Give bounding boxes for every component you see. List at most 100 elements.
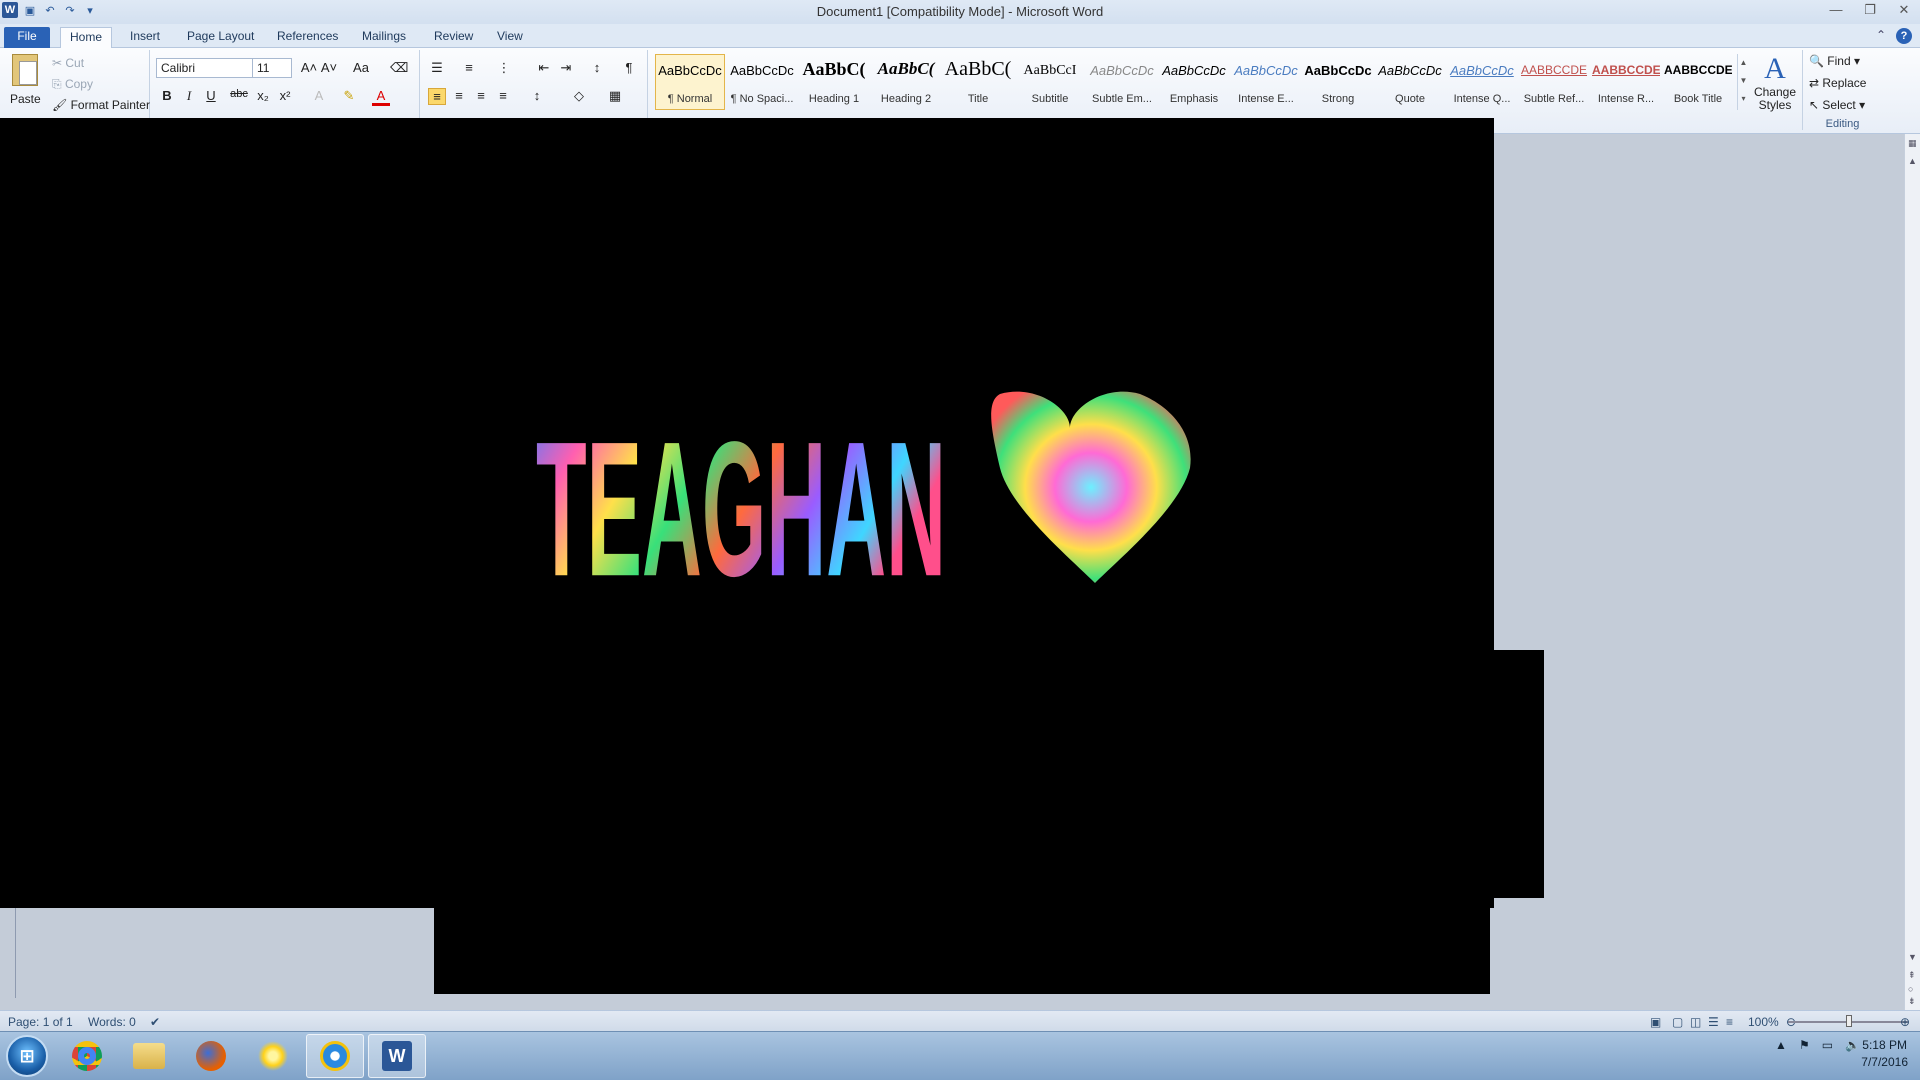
numbering-icon[interactable]: ≡	[460, 60, 478, 75]
page-count[interactable]: Page: 1 of 1	[8, 1015, 73, 1029]
justify-icon[interactable]: ≡	[494, 88, 512, 103]
style-subtitle[interactable]: AaBbCcI Subtitle	[1015, 54, 1085, 110]
style-heading-2[interactable]: AaBbC( Heading 2	[871, 54, 941, 110]
zoom-level[interactable]: 100%	[1748, 1015, 1779, 1029]
highlight-icon[interactable]: ✎	[340, 88, 358, 104]
tab-references[interactable]: References	[268, 27, 347, 48]
volume-icon[interactable]: 🔈	[1845, 1038, 1860, 1052]
scroll-up-icon[interactable]: ▲	[1908, 156, 1917, 166]
view-web-layout-icon[interactable]: ◫	[1690, 1015, 1701, 1029]
style-emphasis[interactable]: AaBbCcDc Emphasis	[1159, 54, 1229, 110]
style-intense-emphasis[interactable]: AaBbCcDc Intense E...	[1231, 54, 1301, 110]
sort-icon[interactable]: ↕	[588, 60, 606, 75]
firefox-icon[interactable]	[182, 1034, 240, 1078]
increase-indent-icon[interactable]: ⇥	[557, 60, 575, 76]
style-no-spacing[interactable]: AaBbCcDc ¶ No Spaci...	[727, 54, 797, 110]
wordart-graphic[interactable]: TEAGHAN	[530, 388, 1210, 588]
text-effects-icon[interactable]: A	[310, 88, 328, 103]
zoom-in-icon[interactable]: ⊕	[1900, 1015, 1910, 1029]
tab-file[interactable]: File	[4, 27, 50, 48]
align-right-icon[interactable]: ≡	[472, 88, 490, 103]
ie-icon[interactable]	[306, 1034, 364, 1078]
style-subtle-emphasis[interactable]: AaBbCcDc Subtle Em...	[1087, 54, 1157, 110]
format-painter-button[interactable]: 🖌 Format Painter	[52, 98, 150, 112]
flag-icon[interactable]: ⚑	[1799, 1038, 1810, 1052]
borders-icon[interactable]: ▦	[606, 88, 624, 104]
help-icon[interactable]: ?	[1896, 28, 1912, 44]
select-button[interactable]: ↖ Select ▾	[1809, 98, 1865, 112]
cut-button[interactable]: ✂ Cut	[52, 56, 84, 70]
style-intense-reference[interactable]: AABBCCDE Intense R...	[1591, 54, 1661, 110]
tab-mailings[interactable]: Mailings	[353, 27, 415, 48]
zoom-slider-thumb[interactable]	[1846, 1015, 1852, 1027]
underline-icon[interactable]: U	[202, 88, 220, 103]
start-button[interactable]: ⊞	[6, 1035, 48, 1077]
clock[interactable]: 5:18 PM 7/7/2016	[1861, 1037, 1908, 1071]
style-quote[interactable]: AaBbCcDc Quote	[1375, 54, 1445, 110]
tab-home[interactable]: Home	[60, 27, 113, 48]
line-spacing-icon[interactable]: ↕	[528, 88, 546, 103]
style-title[interactable]: AaBbC( Title	[943, 54, 1013, 110]
subscript-icon[interactable]: x₂	[254, 88, 272, 103]
multilevel-list-icon[interactable]: ⋮	[495, 60, 513, 76]
prev-page-icon[interactable]: ⇞	[1908, 970, 1916, 981]
font-color-icon[interactable]: A	[372, 88, 390, 106]
tab-insert[interactable]: Insert	[121, 27, 169, 48]
style-name: Intense E...	[1238, 93, 1294, 105]
clear-format-icon[interactable]: ⌫	[390, 60, 408, 76]
bold-icon[interactable]: B	[158, 88, 176, 103]
next-page-icon[interactable]: ⇟	[1908, 996, 1916, 1007]
bullets-icon[interactable]: ☰	[428, 60, 446, 76]
view-draft-icon[interactable]: ≡	[1726, 1015, 1733, 1029]
change-styles-button[interactable]: A Change Styles	[1752, 52, 1798, 112]
strikethrough-icon[interactable]: abc	[230, 88, 248, 100]
style-book-title[interactable]: AABBCCDE Book Title	[1663, 54, 1733, 110]
find-button[interactable]: 🔍 Find ▾	[1809, 54, 1860, 68]
decrease-indent-icon[interactable]: ⇤	[535, 60, 553, 76]
replace-button[interactable]: ⇄ Replace	[1809, 76, 1866, 90]
font-name-box[interactable]: Calibri	[156, 58, 256, 78]
style-heading-1[interactable]: AaBbC( Heading 1	[799, 54, 869, 110]
style-normal[interactable]: AaBbCcDc ¶ Normal	[655, 54, 725, 110]
style-subtle-reference[interactable]: AABBCCDE Subtle Ref...	[1519, 54, 1589, 110]
tab-view[interactable]: View	[488, 27, 532, 48]
align-center-icon[interactable]: ≡	[450, 88, 468, 103]
font-size-box[interactable]: 11	[252, 58, 292, 78]
align-left-icon[interactable]: ≡	[428, 88, 446, 105]
style-name: Subtle Em...	[1092, 93, 1152, 105]
view-print-layout-icon[interactable]: ▣	[1650, 1015, 1661, 1029]
show-marks-icon[interactable]: ¶	[620, 60, 638, 75]
word-taskbar-icon[interactable]: W	[368, 1034, 426, 1078]
restore-icon[interactable]: ❐	[1860, 2, 1880, 18]
vertical-scrollbar[interactable]: ▦ ▲ ▼ ⇞ ○ ⇟	[1904, 134, 1920, 1010]
shading-icon[interactable]: ◇	[570, 88, 588, 104]
paste-button[interactable]: Paste	[10, 54, 41, 106]
shrink-font-icon[interactable]: A˅	[320, 60, 338, 75]
word-count[interactable]: Words: 0	[88, 1015, 136, 1029]
scroll-down-icon[interactable]: ▼	[1908, 952, 1917, 962]
tab-page-layout[interactable]: Page Layout	[178, 27, 263, 48]
network-icon[interactable]: ▭	[1822, 1038, 1833, 1052]
tab-review[interactable]: Review	[425, 27, 482, 48]
sun-icon[interactable]	[244, 1034, 302, 1078]
show-hidden-icons[interactable]: ▲	[1775, 1038, 1787, 1052]
styles-scroll[interactable]: ▲ ▼ ▾	[1737, 54, 1749, 110]
minimize-ribbon-icon[interactable]: ⌃	[1876, 28, 1886, 44]
superscript-icon[interactable]: x²	[276, 88, 294, 103]
style-intense-quote[interactable]: AaBbCcDc Intense Q...	[1447, 54, 1517, 110]
ruler-toggle-icon[interactable]: ▦	[1908, 138, 1917, 149]
view-outline-icon[interactable]: ☰	[1708, 1015, 1719, 1029]
proofing-icon[interactable]: ✔	[150, 1015, 160, 1029]
chrome-icon[interactable]	[58, 1034, 116, 1078]
folder-icon[interactable]	[120, 1034, 178, 1078]
view-full-screen-icon[interactable]: ▢	[1672, 1015, 1683, 1029]
grow-font-icon[interactable]: A˄	[300, 60, 318, 75]
close-icon[interactable]: ✕	[1894, 2, 1914, 18]
copy-button[interactable]: ⎘ Copy	[52, 77, 93, 92]
minimize-icon[interactable]: —	[1826, 2, 1846, 18]
italic-icon[interactable]: I	[180, 88, 198, 104]
change-case-icon[interactable]: Aa	[352, 60, 370, 75]
style-strong[interactable]: AaBbCcDc Strong	[1303, 54, 1373, 110]
style-name: Title	[967, 93, 989, 105]
browse-object-icon[interactable]: ○	[1908, 984, 1913, 994]
